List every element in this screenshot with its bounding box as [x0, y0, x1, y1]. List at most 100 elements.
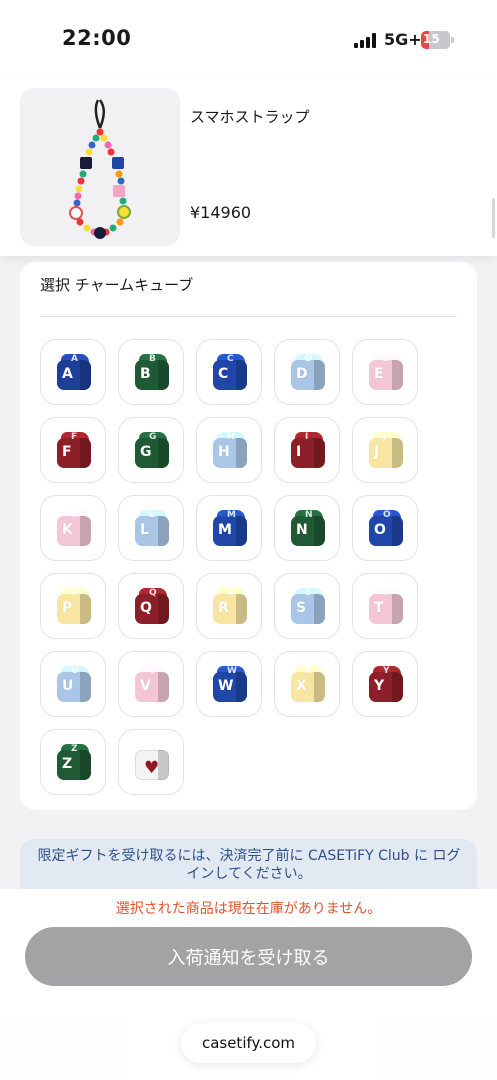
cube-letter: V — [140, 678, 151, 694]
product-header: スマホストラップ ¥14960 — [0, 78, 497, 256]
cube-letter: L — [140, 522, 149, 538]
cube-letter: O — [374, 522, 386, 538]
cube-letter-top: W — [227, 666, 237, 676]
phone-strap-image — [69, 99, 131, 239]
letter-cube-icon: KK — [57, 510, 91, 546]
cube-letter-top: Z — [71, 744, 78, 754]
charm-cube-option[interactable]: YY — [352, 651, 418, 717]
charm-cube-option[interactable]: II — [274, 417, 340, 483]
cube-letter: B — [140, 366, 151, 382]
cube-letter: U — [62, 678, 74, 694]
cube-letter: N — [296, 522, 308, 538]
cube-letter: S — [296, 600, 307, 616]
restock-notify-button[interactable]: 入荷通知を受け取る — [25, 927, 472, 986]
cube-letter: J — [374, 444, 380, 460]
cube-letter-top: T — [383, 588, 390, 598]
scroll-indicator — [492, 198, 495, 238]
letter-cube-icon: CC — [213, 354, 247, 390]
cube-letter-top: L — [149, 510, 155, 520]
charm-cube-option[interactable]: HH — [196, 417, 262, 483]
charm-cube-option[interactable]: TT — [352, 573, 418, 639]
cube-letter: H — [218, 444, 230, 460]
cube-letter-top: K — [71, 510, 78, 520]
browser-url-bar[interactable]: casetify.com — [181, 1023, 316, 1063]
cube-letter-top: S — [305, 588, 312, 598]
charm-cube-option[interactable]: RR — [196, 573, 262, 639]
charm-cube-option[interactable]: MM — [196, 495, 262, 561]
cube-letter-top: V — [149, 666, 156, 676]
letter-cube-icon: DD — [291, 354, 325, 390]
charm-cube-option[interactable]: AA — [40, 339, 106, 405]
letter-cube-icon: OO — [369, 510, 403, 546]
charm-cube-option[interactable]: EE — [352, 339, 418, 405]
cube-letter: K — [62, 522, 73, 538]
letter-cube-icon: BB — [135, 354, 169, 390]
charm-cube-option[interactable]: ♥ — [118, 729, 184, 795]
charm-cube-option[interactable]: NN — [274, 495, 340, 561]
letter-cube-icon: II — [291, 432, 325, 468]
network-label: 5G+ — [384, 30, 422, 49]
divider — [40, 316, 457, 317]
cube-letter: I — [296, 444, 302, 460]
cube-letter-top: J — [383, 432, 387, 442]
charm-cube-option[interactable]: ZZ — [40, 729, 106, 795]
cube-letter: W — [218, 678, 234, 694]
cube-letter-top: Y — [383, 666, 390, 676]
cube-letter-top: U — [71, 666, 79, 676]
cube-letter: E — [374, 366, 384, 382]
cube-letter: C — [218, 366, 229, 382]
letter-cube-icon: JJ — [369, 432, 403, 468]
out-of-stock-message: 選択された商品は現在在庫がありません。 — [115, 901, 382, 917]
product-name: スマホストラップ — [190, 108, 310, 126]
charm-cube-option[interactable]: JJ — [352, 417, 418, 483]
letter-cube-icon: EE — [369, 354, 403, 390]
cube-letter: D — [296, 366, 308, 382]
letter-cube-icon: SS — [291, 588, 325, 624]
cube-letter: Z — [62, 756, 73, 772]
charm-cube-option[interactable]: OO — [352, 495, 418, 561]
cube-letter: R — [218, 600, 229, 616]
charm-cube-option[interactable]: GG — [118, 417, 184, 483]
charm-section-title: 選択 チャームキューブ — [40, 276, 194, 294]
product-thumbnail[interactable] — [20, 88, 180, 246]
cube-letter: A — [62, 366, 73, 382]
charm-cube-option[interactable]: BB — [118, 339, 184, 405]
letter-cube-icon: UU — [57, 666, 91, 702]
charm-cube-option[interactable]: PP — [40, 573, 106, 639]
charm-cube-option[interactable]: WW — [196, 651, 262, 717]
charm-cube-option[interactable]: LL — [118, 495, 184, 561]
cube-letter-top: M — [227, 510, 236, 520]
heart-icon: ♥ — [144, 758, 160, 778]
cube-letter: Q — [140, 600, 152, 616]
cube-letter-top: G — [149, 432, 157, 442]
cube-letter: M — [218, 522, 232, 538]
charm-cube-option[interactable]: CC — [196, 339, 262, 405]
letter-cube-icon: HH — [213, 432, 247, 468]
charm-cube-option[interactable]: UU — [40, 651, 106, 717]
charm-cube-option[interactable]: SS — [274, 573, 340, 639]
status-bar: 22:00 5G+ 15 — [0, 0, 497, 78]
charm-cube-option[interactable]: DD — [274, 339, 340, 405]
cube-letter-top: N — [305, 510, 313, 520]
letter-cube-icon: PP — [57, 588, 91, 624]
cube-letter: G — [140, 444, 152, 460]
heart-cube-icon: ♥ — [135, 744, 169, 780]
cube-letter-top: Q — [149, 588, 157, 598]
letter-cube-icon: WW — [213, 666, 247, 702]
cube-letter-top: I — [305, 432, 309, 442]
login-notice-banner: 限定ギフトを受け取るには、決済完了前に CASETiFY Club に ログイン… — [20, 839, 477, 889]
letter-cube-icon: XX — [291, 666, 325, 702]
status-time: 22:00 — [62, 26, 132, 50]
charm-cube-option[interactable]: KK — [40, 495, 106, 561]
bottom-action-panel: 選択された商品は現在在庫がありません。 入荷通知を受け取る casetify.c… — [0, 889, 497, 1080]
battery-icon: 15 — [421, 31, 454, 49]
cube-letter: X — [296, 678, 307, 694]
cube-letter-top: F — [71, 432, 78, 442]
charm-cube-option[interactable]: XX — [274, 651, 340, 717]
cube-letter-top: X — [305, 666, 312, 676]
charm-cube-option[interactable]: QQ — [118, 573, 184, 639]
cube-letter-top: P — [71, 588, 78, 598]
charm-cube-option[interactable]: FF — [40, 417, 106, 483]
charm-cube-option[interactable]: VV — [118, 651, 184, 717]
cube-letter-top: D — [305, 354, 313, 364]
